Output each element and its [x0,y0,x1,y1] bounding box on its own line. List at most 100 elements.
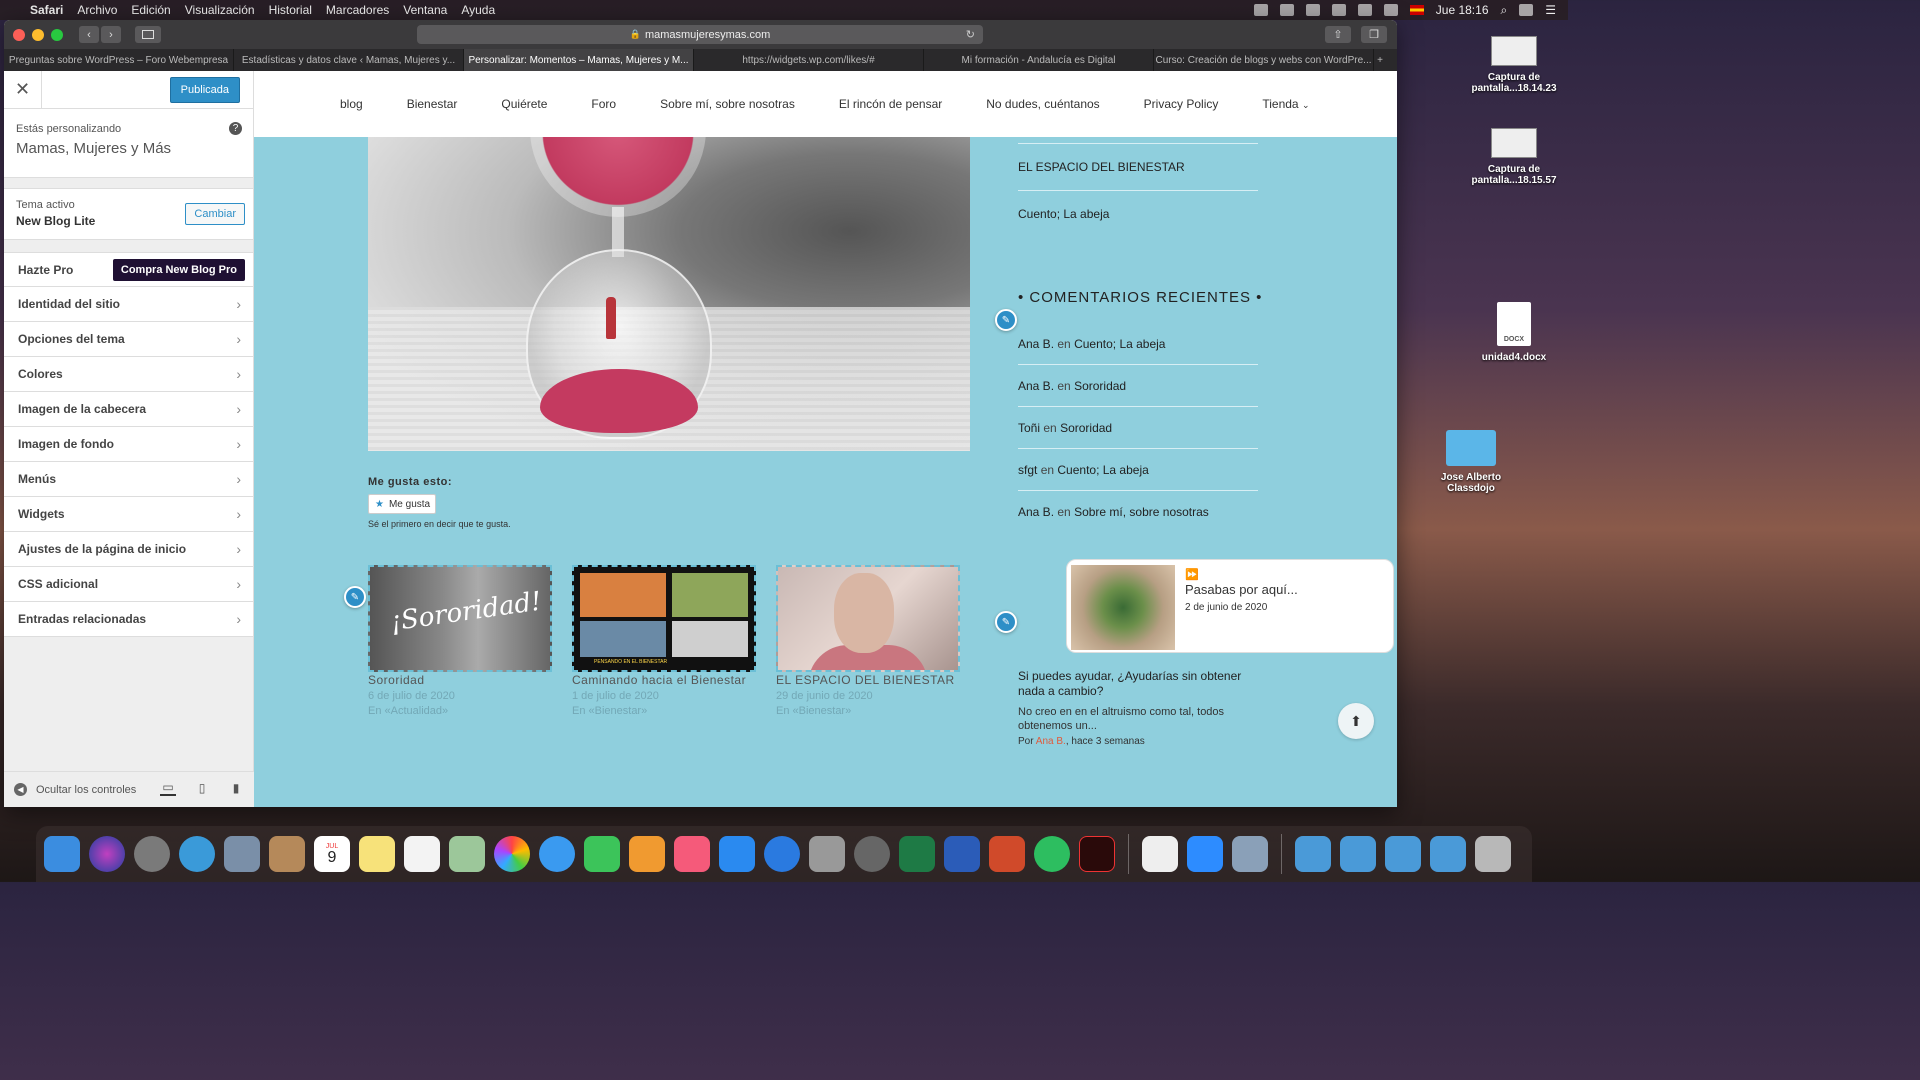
byline-author[interactable]: Ana B. [1036,736,1066,747]
buy-pro-button[interactable]: Compra New Blog Pro [112,258,245,281]
nav-quierete[interactable]: Quiérete [501,97,547,111]
section-menus[interactable]: Menús › [4,462,253,497]
desktop-folder[interactable]: Jose Alberto Classdojo [1421,430,1521,494]
address-bar[interactable]: 🔒 mamasmujeresymas.com ↻ [417,25,983,44]
close-customizer-button[interactable]: ✕ [4,70,42,109]
spotlight-search-icon[interactable]: ⌕ [1501,3,1508,18]
pictures-folder-icon[interactable] [1385,836,1421,872]
reminders-icon[interactable] [404,836,440,872]
wifi-icon[interactable] [1357,4,1372,16]
tablet-preview-icon[interactable]: ▯ [194,780,210,796]
comment-post-link[interactable]: Sororidad [1074,379,1126,393]
system-preferences-icon[interactable] [854,836,890,872]
widget-link[interactable]: EL ESPACIO DEL BIENESTAR [1018,144,1258,191]
comment-post-link[interactable]: Sororidad [1060,421,1112,435]
documents-folder-icon[interactable] [1430,836,1466,872]
mobile-preview-icon[interactable]: ▮ [228,780,244,796]
input-source-flag-icon[interactable] [1409,5,1424,15]
forward-button[interactable]: › [101,26,121,43]
section-imagen-cabecera[interactable]: Imagen de la cabecera › [4,392,253,427]
back-button[interactable]: ‹ [79,26,99,43]
messages-icon[interactable] [539,836,575,872]
related-thumbnail[interactable]: ¡Sororidad! [368,565,552,672]
comment-post-link[interactable]: Cuento; La abeja [1074,337,1165,351]
section-identidad[interactable]: Identidad del sitio › [4,287,253,322]
maps-icon[interactable] [449,836,485,872]
like-button[interactable]: ★ Me gusta [368,494,436,514]
change-theme-button[interactable]: Cambiar [185,203,245,225]
tab-widgets-likes[interactable]: https://widgets.wp.com/likes/# [694,49,924,71]
nav-foro[interactable]: Foro [591,97,616,111]
creative-cloud-icon[interactable] [1253,4,1268,16]
disk-utility-icon[interactable] [809,836,845,872]
new-tab-button[interactable]: + [1374,49,1386,71]
evernote-icon[interactable] [1034,836,1070,872]
battery-icon[interactable] [1331,4,1346,16]
volume-icon[interactable] [1383,4,1398,16]
edit-shortcut-pencil-icon[interactable]: ✎ [995,309,1017,331]
menu-marcadores[interactable]: Marcadores [326,3,389,17]
section-imagen-fondo[interactable]: Imagen de fondo › [4,427,253,462]
nav-sobre-mi[interactable]: Sobre mí, sobre nosotras [660,97,795,111]
menu-historial[interactable]: Historial [269,3,312,17]
section-ajustes-inicio[interactable]: Ajustes de la página de inicio › [4,532,253,567]
menu-archivo[interactable]: Archivo [77,3,117,17]
tab-foro-webempresa[interactable]: Preguntas sobre WordPress – Foro Webempr… [4,49,234,71]
featured-post-card[interactable]: ⏩ Pasabas por aquí... 2 de junio de 2020 [1066,559,1394,653]
safari-icon[interactable] [179,836,215,872]
comment-post-link[interactable]: Sobre mí, sobre nosotras [1074,505,1209,519]
nav-blog[interactable]: blog [340,97,363,111]
notification-center-icon[interactable]: ☰ [1545,3,1556,17]
menu-edicion[interactable]: Edición [131,3,170,17]
menu-ventana[interactable]: Ventana [403,3,447,17]
section-colores[interactable]: Colores › [4,357,253,392]
contacts-icon[interactable] [269,836,305,872]
section-css-adicional[interactable]: CSS adicional › [4,567,253,602]
photos-icon[interactable] [494,836,530,872]
reload-icon[interactable]: ↻ [966,28,975,41]
app-store-icon[interactable] [719,836,755,872]
nav-no-dudes[interactable]: No dudes, cuéntanos [986,97,1099,111]
comment-post-link[interactable]: Cuento; La abeja [1057,463,1148,477]
downloads-folder-icon[interactable] [1295,836,1331,872]
word-icon[interactable] [944,836,980,872]
sidebar-toggle-button[interactable] [135,26,161,43]
tab-estadisticas[interactable]: Estadísticas y datos clave ‹ Mamas, Muje… [234,49,464,71]
section-widgets[interactable]: Widgets › [4,497,253,532]
desktop-file[interactable]: Captura de pantalla...18.15.57 [1464,128,1564,186]
launchpad-icon[interactable] [134,836,170,872]
section-opciones-tema[interactable]: Opciones del tema › [4,322,253,357]
desktop-file[interactable]: Captura de pantalla...18.14.23 [1464,36,1564,94]
acrobat-icon[interactable] [1079,836,1115,872]
desktop-preview-icon[interactable]: ▭ [160,780,176,796]
help-icon[interactable]: ? [229,122,242,135]
close-window-button[interactable] [13,28,25,41]
calendar-icon[interactable]: JUL 9 [314,836,350,872]
nav-bienestar[interactable]: Bienestar [407,97,458,111]
tab-curso-wordpress[interactable]: Curso: Creación de blogs y webs con Word… [1154,49,1374,71]
textedit-icon[interactable] [1142,836,1178,872]
image-capture-icon[interactable] [1232,836,1268,872]
tab-personalizar[interactable]: Personalizar: Momentos – Mamas, Mujeres … [464,49,694,71]
excerpt-title[interactable]: Si puedes ayudar, ¿Ayudarías sin obtener… [1018,669,1258,699]
siri-icon[interactable] [1519,4,1534,16]
menu-clock[interactable]: Jue 18:16 [1436,3,1489,17]
scroll-to-top-button[interactable]: ⬆ [1338,703,1374,739]
widget-link[interactable]: Cuento; La abeja [1018,191,1258,237]
notes-icon[interactable] [359,836,395,872]
excel-icon[interactable] [899,836,935,872]
menu-visualizacion[interactable]: Visualización [185,3,255,17]
card-title[interactable]: Pasabas por aquí... [1185,582,1298,597]
related-title[interactable]: Caminando hacia el Bienestar [572,673,756,687]
share-button[interactable]: ⇧ [1325,26,1351,43]
time-machine-icon[interactable] [1279,4,1294,16]
related-title[interactable]: EL ESPACIO DEL BIENESTAR [776,673,960,687]
section-entradas-relacionadas[interactable]: Entradas relacionadas › [4,602,253,637]
preview-app-icon[interactable] [224,836,260,872]
desktop-file[interactable]: unidad4.docx [1464,302,1564,363]
related-thumbnail[interactable]: PENSANDO EN EL BIENESTAR [572,565,756,672]
related-post[interactable]: EL ESPACIO DEL BIENESTAR 29 de junio de … [776,565,960,717]
applications-folder-icon[interactable] [1340,836,1376,872]
related-thumbnail[interactable] [776,565,960,672]
music-icon[interactable] [674,836,710,872]
